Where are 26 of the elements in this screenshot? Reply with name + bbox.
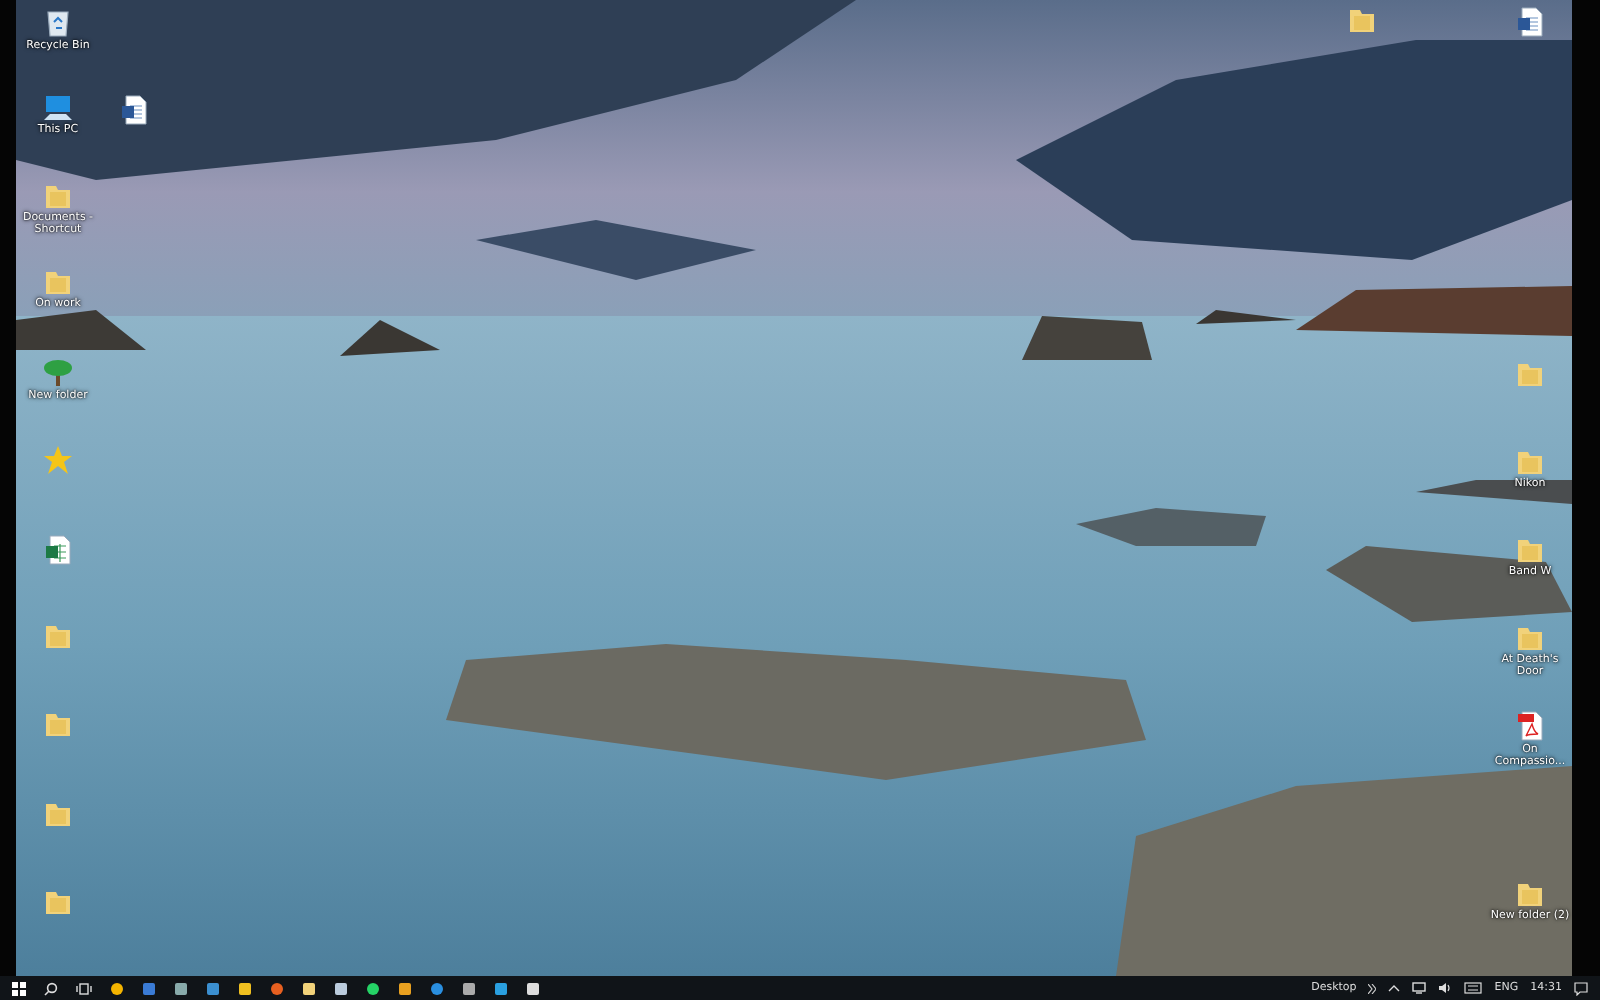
chevron-icon[interactable] <box>1368 983 1377 993</box>
caret-up-icon[interactable] <box>1388 984 1401 992</box>
spreadsheet-icon <box>44 534 72 566</box>
task-view-icon[interactable] <box>76 981 92 995</box>
tree-icon <box>42 356 74 388</box>
taskbar-app-icon[interactable] <box>302 981 316 995</box>
search-icon[interactable] <box>44 981 58 995</box>
taskbar-app-icon[interactable] <box>238 981 252 995</box>
pdf-icon <box>1516 710 1544 742</box>
taskbar-app-icon[interactable] <box>494 981 508 995</box>
keyboard-icon[interactable] <box>1464 982 1483 994</box>
speaker-icon[interactable] <box>1438 982 1453 994</box>
notification-icon[interactable] <box>1574 981 1588 995</box>
taskbar-app-icon[interactable] <box>366 981 380 995</box>
computer-icon <box>42 94 74 122</box>
taskbar-app-icon[interactable] <box>110 981 124 995</box>
word-document-icon <box>1516 6 1544 38</box>
taskbar-app-icon[interactable] <box>334 981 348 995</box>
word-document-icon <box>120 94 148 126</box>
taskbar-app-icon[interactable] <box>526 981 540 995</box>
recycle-bin-icon <box>44 6 72 38</box>
star-icon <box>42 444 74 476</box>
taskbar-app-icon[interactable] <box>174 981 188 995</box>
taskbar-app-icon[interactable] <box>398 981 412 995</box>
taskbar-app-icon[interactable] <box>462 981 476 995</box>
windows-start-icon[interactable] <box>12 981 26 995</box>
